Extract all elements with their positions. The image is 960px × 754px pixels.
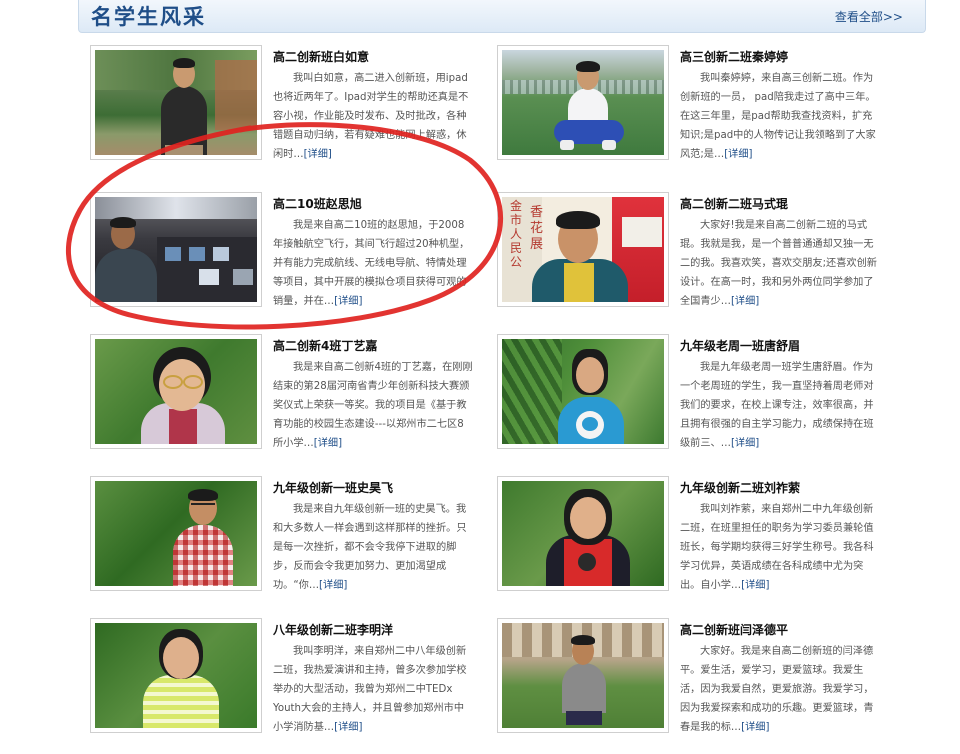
student-photo[interactable]	[497, 618, 669, 733]
student-desc: 我叫秦婷婷，来自高三创新二班。作为创新班的一员， pad陪我走过了高中三年。在这…	[680, 73, 876, 160]
section-title: 名学生风采	[91, 5, 206, 29]
student-name[interactable]: 高三创新二班秦婷婷	[680, 48, 880, 65]
student-name[interactable]: 高二创新4班丁艺嘉	[273, 337, 473, 354]
student-name[interactable]: 九年级老周一班唐舒眉	[680, 337, 880, 354]
student-desc: 我是来自九年级创新一班的史昊飞。我和大多数人一样会遇到这样那样的挫折。只是每一次…	[273, 504, 467, 591]
student-photo[interactable]	[497, 476, 669, 591]
student-card: 高二创新班白如意 我叫白如意，高二进入创新班，用ipad也将近两年了。Ipad对…	[90, 45, 470, 167]
student-name[interactable]: 九年级创新二班刘祚萦	[680, 479, 880, 496]
student-photo[interactable]	[90, 618, 262, 733]
detail-link[interactable]: [详细]	[741, 580, 769, 591]
student-photo[interactable]	[90, 45, 262, 160]
detail-link[interactable]: [详细]	[334, 296, 362, 307]
student-desc: 大家好。我是来自高二创新班的闫泽德平。爱生活，爱学习，更爱篮球。我爱生活，因为我…	[680, 646, 874, 733]
detail-link[interactable]: [详细]	[314, 438, 342, 449]
student-name[interactable]: 九年级创新一班史昊飞	[273, 479, 473, 496]
student-desc: 我叫李明洋，来自郑州二中八年级创新二班，我热爱演讲和主持，曾多次参加学校举办的大…	[273, 646, 467, 733]
student-card: 八年级创新二班李明洋 我叫李明洋，来自郑州二中八年级创新二班，我热爱演讲和主持，…	[90, 618, 470, 740]
student-card: 高二创新4班丁艺嘉 我是来自高二创新4班的丁艺嘉，在刚刚结束的第28届河南省青少…	[90, 334, 473, 456]
student-photo[interactable]	[497, 45, 669, 160]
student-card: 九年级老周一班唐舒眉 我是九年级老周一班学生唐舒眉。作为一个老周班的学生，我一直…	[497, 334, 877, 456]
student-photo[interactable]	[90, 476, 262, 591]
student-desc: 我是九年级老周一班学生唐舒眉。作为一个老周班的学生，我一直坚持着周老师对我们的要…	[680, 362, 874, 449]
student-photo[interactable]	[90, 192, 262, 307]
student-desc: 我是来自高二创新4班的丁艺嘉，在刚刚结束的第28届河南省青少年创新科技大赛颁奖仪…	[273, 362, 473, 449]
student-card: 高二创新班闫泽德平 大家好。我是来自高二创新班的闫泽德平。爱生活，爱学习，更爱篮…	[497, 618, 877, 740]
student-card: 高三创新二班秦婷婷 我叫秦婷婷，来自高三创新二班。作为创新班的一员， pad陪我…	[497, 45, 877, 167]
detail-link[interactable]: [详细]	[724, 149, 752, 160]
student-card: 高二10班赵思旭 我是来自高二10班的赵思旭，于2008年接触航空飞行，其间飞行…	[90, 192, 470, 314]
student-desc: 我叫白如意，高二进入创新班，用ipad也将近两年了。Ipad对学生的帮助还真是不…	[273, 73, 469, 160]
detail-link[interactable]: [详细]	[731, 438, 759, 449]
student-photo[interactable]: 金市人民公 香花展	[497, 192, 669, 307]
detail-link[interactable]: [详细]	[304, 149, 332, 160]
detail-link[interactable]: [详细]	[319, 580, 347, 591]
student-desc: 我叫刘祚萦，来自郑州二中九年级创新二班，在班里担任的职务为学习委员兼轮值班长，每…	[680, 504, 874, 591]
student-card: 金市人民公 香花展 高二创新二班马式琨 大家好!我是来自高二创新二班的马式琨。我…	[497, 192, 877, 314]
detail-link[interactable]: [详细]	[731, 296, 759, 307]
detail-link[interactable]: [详细]	[741, 722, 769, 733]
student-name[interactable]: 高二10班赵思旭	[273, 195, 473, 212]
student-card: 九年级创新一班史昊飞 我是来自九年级创新一班的史昊飞。我和大多数人一样会遇到这样…	[90, 476, 470, 598]
student-desc: 大家好!我是来自高二创新二班的马式琨。我就是我，是一个普普通通却又独一无二的我。…	[680, 220, 877, 307]
student-photo[interactable]	[90, 334, 262, 449]
student-name[interactable]: 八年级创新二班李明洋	[273, 621, 473, 638]
student-name[interactable]: 高二创新二班马式琨	[680, 195, 880, 212]
student-desc: 我是来自高二10班的赵思旭，于2008年接触航空飞行，其间飞行超过20种机型，并…	[273, 220, 470, 307]
student-card: 九年级创新二班刘祚萦 我叫刘祚萦，来自郑州二中九年级创新二班，在班里担任的职务为…	[497, 476, 877, 598]
student-name[interactable]: 高二创新班闫泽德平	[680, 621, 880, 638]
view-all-link[interactable]: 查看全部>>	[835, 8, 903, 25]
section-header: 名学生风采 查看全部>>	[78, 0, 926, 33]
student-name[interactable]: 高二创新班白如意	[273, 48, 473, 65]
detail-link[interactable]: [详细]	[334, 722, 362, 733]
student-photo[interactable]	[497, 334, 669, 449]
